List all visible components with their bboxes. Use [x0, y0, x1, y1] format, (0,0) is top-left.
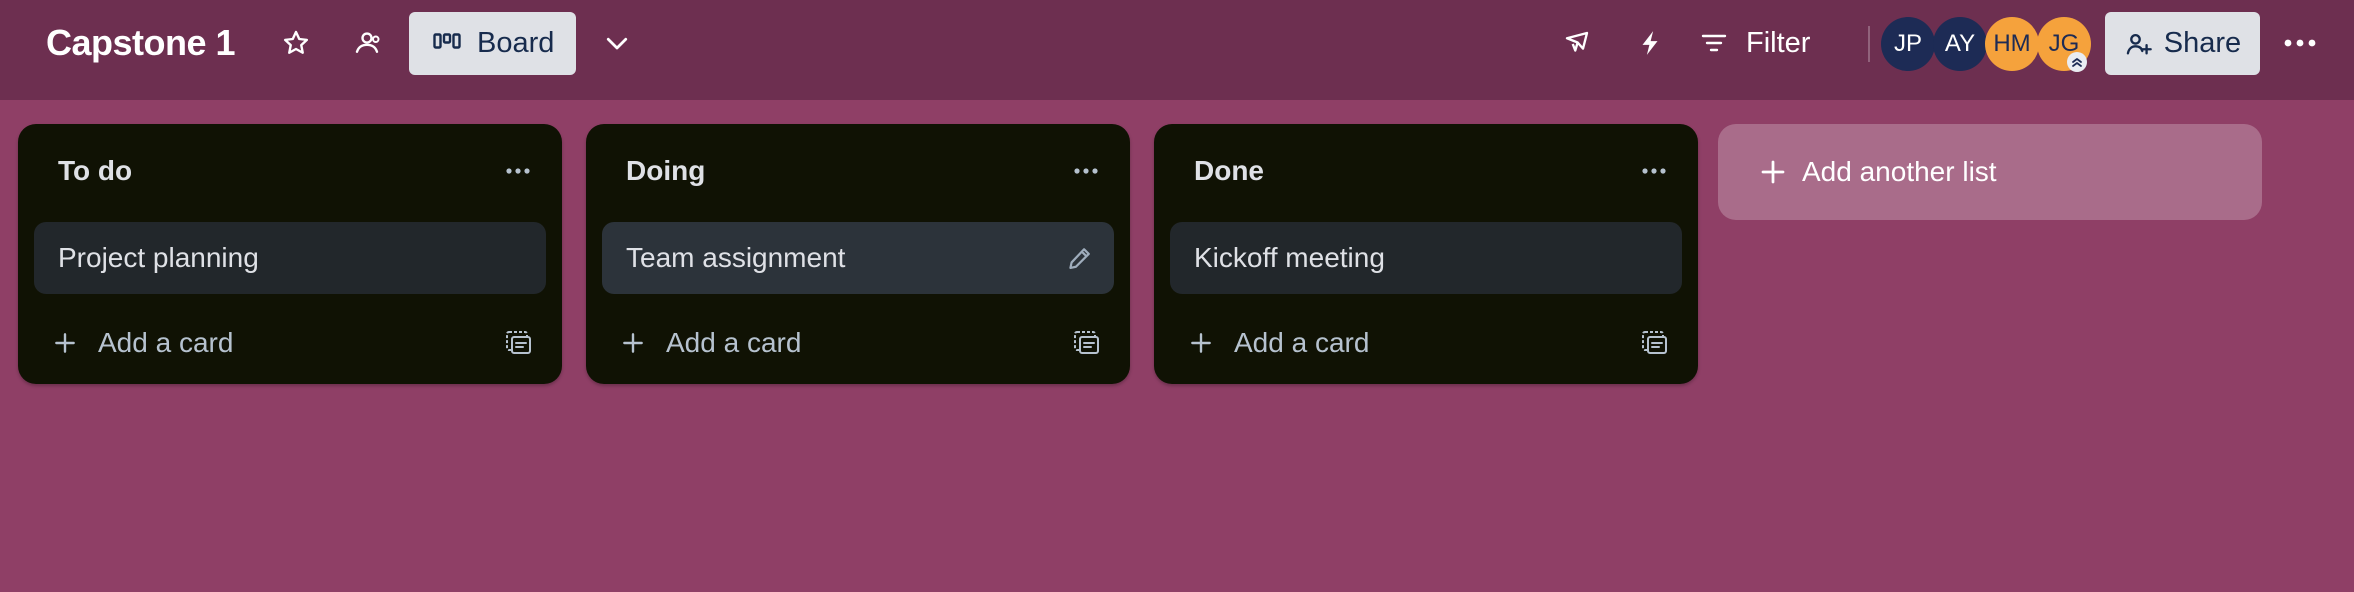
plus-icon [1191, 333, 1211, 353]
add-card-label: Add a card [1234, 327, 1370, 358]
list-to-do: To do Project planning Add a card [18, 124, 562, 384]
header-divider [1868, 26, 1870, 62]
list-doing: Doing Team assignment Add a card [586, 124, 1130, 384]
list-menu-icon[interactable] [1064, 149, 1108, 193]
board-view-button[interactable]: Board [409, 12, 576, 75]
list-title[interactable]: Done [1194, 151, 1264, 191]
add-another-list-button[interactable]: Add another list [1718, 124, 2262, 220]
plus-icon [1761, 160, 1785, 184]
card[interactable]: Kickoff meeting [1170, 222, 1682, 294]
add-card-label: Add a card [666, 327, 802, 358]
share-button[interactable]: Share [2105, 12, 2260, 75]
add-card-button[interactable]: Add a card [34, 316, 474, 370]
card[interactable]: Team assignment [602, 222, 1114, 294]
member-avatar[interactable]: JP [1881, 17, 1935, 71]
card-title: Kickoff meeting [1194, 242, 1385, 273]
card-title: Project planning [58, 242, 259, 273]
card[interactable]: Project planning [34, 222, 546, 294]
card-title: Team assignment [626, 242, 846, 273]
card-template-icon[interactable] [498, 322, 540, 364]
board-view-label: Board [477, 27, 555, 59]
add-card-button[interactable]: Add a card [602, 316, 1042, 370]
pencil-icon[interactable] [1066, 244, 1094, 272]
add-card-button[interactable]: Add a card [1170, 316, 1610, 370]
plus-icon [55, 333, 75, 353]
list-menu-icon[interactable] [1632, 149, 1676, 193]
filter-button[interactable]: Filter [1700, 20, 1810, 66]
list-title[interactable]: To do [58, 151, 132, 191]
rocket-icon[interactable] [1554, 20, 1600, 66]
board-view-icon [433, 32, 461, 49]
share-label: Share [2163, 27, 2242, 59]
add-person-icon [2126, 33, 2152, 54]
admin-chevrons-icon [2067, 52, 2087, 72]
member-avatar[interactable]: HM [1985, 17, 2039, 71]
star-icon[interactable] [273, 20, 319, 66]
board-header: Capstone 1 Board Filter JP AY HM JG Shar… [0, 0, 2354, 100]
filter-icon [1701, 34, 1727, 52]
chevron-down-icon[interactable] [594, 20, 640, 66]
card-template-icon[interactable] [1066, 322, 1108, 364]
member-avatar[interactable]: AY [1933, 17, 1987, 71]
plus-icon [623, 333, 643, 353]
board-title[interactable]: Capstone 1 [46, 20, 236, 66]
lightning-icon[interactable] [1627, 20, 1673, 66]
filter-label: Filter [1746, 26, 1811, 59]
workspace-visible-icon[interactable] [344, 20, 390, 66]
list-done: Done Kickoff meeting Add a card [1154, 124, 1698, 384]
list-title[interactable]: Doing [626, 151, 705, 191]
add-list-label: Add another list [1802, 156, 1997, 187]
list-menu-icon[interactable] [496, 149, 540, 193]
add-card-label: Add a card [98, 327, 234, 358]
card-template-icon[interactable] [1634, 322, 1676, 364]
more-horizontal-icon[interactable] [2277, 20, 2323, 66]
